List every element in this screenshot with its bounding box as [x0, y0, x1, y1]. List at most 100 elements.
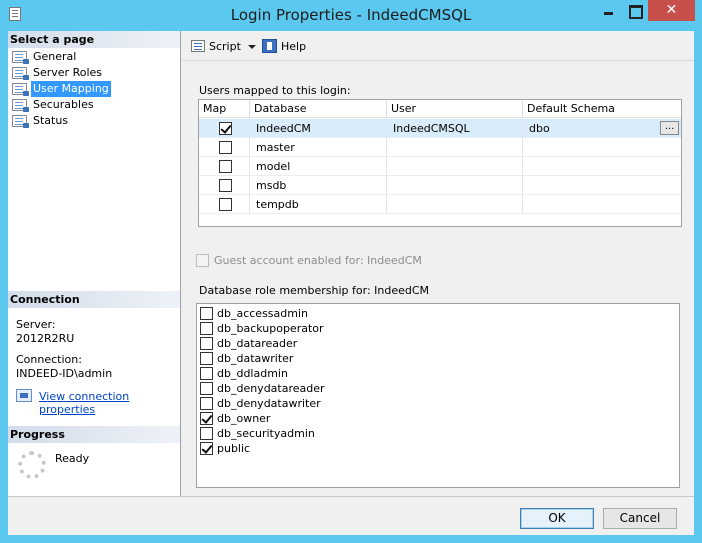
role-checkbox[interactable] — [200, 412, 213, 425]
page-item-label: Server Roles — [33, 66, 103, 79]
user-cell[interactable] — [387, 176, 523, 195]
grid-header: Map Database User Default Schema — [199, 100, 681, 118]
list-item[interactable]: db_denydatawriter — [200, 396, 400, 411]
role-checkbox[interactable] — [200, 442, 213, 455]
map-checkbox[interactable] — [219, 122, 232, 135]
chevron-down-icon[interactable] — [248, 45, 256, 49]
default-schema-cell[interactable] — [523, 138, 681, 157]
script-icon[interactable] — [191, 40, 205, 52]
role-checkbox[interactable] — [200, 427, 213, 440]
dialog-client-area: Select a page General Server Roles User … — [8, 31, 694, 535]
default-schema-value: dbo — [529, 122, 550, 135]
table-row[interactable]: model — [199, 157, 681, 176]
map-cell — [199, 195, 250, 214]
default-schema-cell[interactable] — [523, 157, 681, 176]
guest-account-label: Guest account enabled for: IndeedCM — [214, 254, 422, 267]
map-checkbox[interactable] — [219, 160, 232, 173]
map-checkbox[interactable] — [219, 141, 232, 154]
table-row[interactable]: msdb — [199, 176, 681, 195]
database-cell: tempdb — [250, 195, 387, 214]
column-header-map[interactable]: Map — [199, 100, 250, 118]
default-schema-cell[interactable] — [523, 195, 681, 214]
role-label: db_owner — [217, 412, 271, 425]
guest-account-checkbox[interactable] — [196, 254, 209, 267]
page-item-user-mapping[interactable]: User Mapping — [10, 81, 130, 97]
close-button[interactable]: ✕ — [648, 0, 695, 21]
page-item-securables[interactable]: Securables — [10, 97, 130, 113]
left-pane: Select a page General Server Roles User … — [8, 31, 181, 496]
help-button[interactable]: Help — [281, 40, 306, 53]
select-page-heading: Select a page — [8, 31, 180, 48]
list-item[interactable]: db_ddladmin — [200, 366, 400, 381]
map-cell — [199, 176, 250, 195]
user-cell[interactable]: IndeedCMSQL — [387, 119, 523, 138]
list-item[interactable]: db_datareader — [200, 336, 400, 351]
connection-heading: Connection — [8, 291, 180, 308]
help-icon[interactable] — [262, 39, 277, 53]
maximize-button[interactable] — [621, 0, 647, 21]
list-item[interactable]: db_securityadmin — [200, 426, 400, 441]
table-row[interactable]: tempdb — [199, 195, 681, 214]
list-item[interactable]: db_owner — [200, 411, 400, 426]
role-checkbox[interactable] — [200, 397, 213, 410]
page-icon — [12, 99, 29, 112]
user-cell[interactable] — [387, 157, 523, 176]
default-schema-cell[interactable] — [523, 176, 681, 195]
map-cell — [199, 119, 250, 138]
progress-status: Ready — [55, 452, 90, 465]
users-mapped-label: Users mapped to this login: — [199, 84, 351, 97]
cancel-button[interactable]: Cancel — [603, 508, 677, 529]
page-icon — [12, 51, 29, 64]
role-label: public — [217, 442, 251, 455]
role-checkbox[interactable] — [200, 307, 213, 320]
list-item[interactable]: db_datawriter — [200, 351, 400, 366]
list-item[interactable]: db_denydatareader — [200, 381, 400, 396]
table-row[interactable]: master — [199, 138, 681, 157]
list-item[interactable]: public — [200, 441, 400, 456]
role-checkbox[interactable] — [200, 382, 213, 395]
page-item-status[interactable]: Status — [10, 113, 130, 129]
role-label: db_denydatawriter — [217, 397, 321, 410]
table-row[interactable]: IndeedCM IndeedCMSQL dbo ... — [199, 119, 681, 138]
default-schema-cell[interactable]: dbo ... — [523, 119, 681, 138]
script-button[interactable]: Script — [209, 40, 241, 53]
view-connection-properties-link[interactable]: View connection properties — [39, 390, 180, 416]
connection-properties-icon — [16, 389, 32, 402]
server-label: Server: — [16, 318, 56, 331]
column-header-user[interactable]: User — [387, 100, 523, 118]
role-checkbox[interactable] — [200, 367, 213, 380]
map-cell — [199, 157, 250, 176]
role-label: db_securityadmin — [217, 427, 315, 440]
page-icon — [12, 83, 29, 96]
page-item-general[interactable]: General — [10, 49, 130, 65]
browse-schema-button[interactable]: ... — [660, 121, 679, 135]
page-icon — [12, 115, 29, 128]
role-label: db_datareader — [217, 337, 298, 350]
role-checkbox[interactable] — [200, 352, 213, 365]
role-membership-label: Database role membership for: IndeedCM — [199, 284, 430, 297]
list-item[interactable]: db_backupoperator — [200, 321, 400, 336]
ok-button[interactable]: OK — [520, 508, 594, 529]
user-mapping-grid: Map Database User Default Schema IndeedC… — [198, 99, 682, 227]
map-checkbox[interactable] — [219, 198, 232, 211]
role-checkbox[interactable] — [200, 337, 213, 350]
role-membership-list: db_accessadmin db_backupoperator db_data… — [196, 303, 680, 488]
list-item[interactable]: db_accessadmin — [200, 306, 400, 321]
page-icon — [12, 67, 29, 80]
title-bar[interactable]: Login Properties - IndeedCMSQL ✕ — [0, 0, 702, 31]
server-value: 2012R2RU — [16, 332, 75, 345]
role-checkbox[interactable] — [200, 322, 213, 335]
role-label: db_backupoperator — [217, 322, 324, 335]
user-cell[interactable] — [387, 195, 523, 214]
page-item-label: Status — [33, 114, 69, 127]
column-header-default-schema[interactable]: Default Schema — [523, 100, 681, 118]
dialog-button-bar: OK Cancel — [8, 496, 694, 535]
page-item-label: User Mapping — [31, 81, 111, 97]
column-header-database[interactable]: Database — [250, 100, 387, 118]
map-checkbox[interactable] — [219, 179, 232, 192]
page-item-server-roles[interactable]: Server Roles — [10, 65, 130, 81]
connection-label: Connection: — [16, 353, 82, 366]
minimize-button[interactable] — [595, 0, 621, 21]
user-cell[interactable] — [387, 138, 523, 157]
login-properties-window: Login Properties - IndeedCMSQL ✕ Select … — [0, 0, 702, 543]
